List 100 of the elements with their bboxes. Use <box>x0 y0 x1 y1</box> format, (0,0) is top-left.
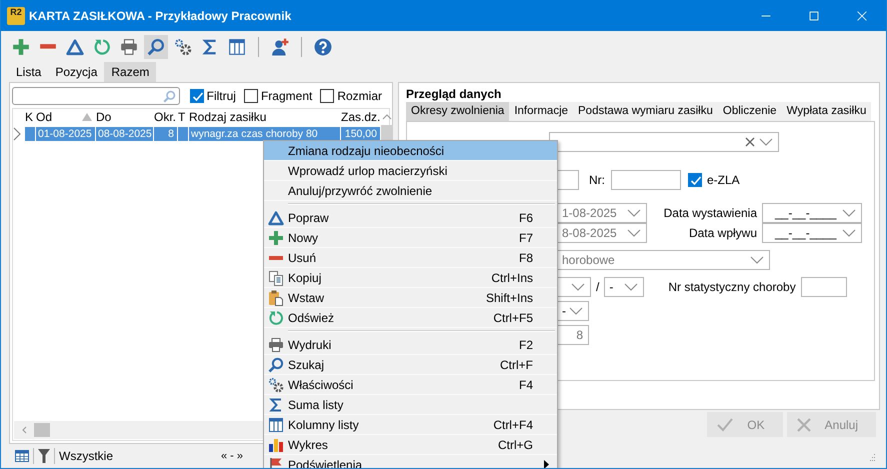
chevron-down-icon[interactable] <box>627 209 641 217</box>
triangle-icon <box>268 210 284 226</box>
checkbox-label: Fragment <box>260 89 312 103</box>
view-tab[interactable]: Lista <box>9 62 48 82</box>
search-icon[interactable] <box>147 38 165 56</box>
field-label: Nr statystyczny choroby <box>668 280 796 294</box>
printer-icon <box>268 336 284 352</box>
column-header[interactable]: Rodzaj zasiłku <box>189 110 266 124</box>
view-tab[interactable]: Razem <box>104 62 156 82</box>
date-field[interactable]: __-__-____ <box>762 223 862 243</box>
menu-item[interactable]: Wykres Ctrl+G <box>264 435 557 455</box>
tab[interactable]: Informacje <box>509 102 574 121</box>
menu-item[interactable]: Szukaj Ctrl+F <box>264 355 557 375</box>
shortcut-text: Ctrl+G <box>498 438 533 452</box>
search-field[interactable] <box>12 87 180 105</box>
sort-arrow-icon <box>82 113 92 121</box>
chevron-down-icon[interactable] <box>627 229 641 237</box>
view-tab[interactable]: Pozycja <box>48 62 104 82</box>
menu-item[interactable]: Kolumny listy Ctrl+F4 <box>264 415 557 435</box>
menu-item[interactable]: Anuluj/przywróć zwolnienie <box>264 181 557 201</box>
menu-item[interactable]: Wydruki F2 <box>264 335 557 355</box>
chevron-down-icon[interactable] <box>842 209 856 217</box>
menu-item[interactable]: Wprowadź urlop macierzyński <box>264 161 557 181</box>
columns-icon <box>268 416 284 432</box>
panel-title: Przegląd danych <box>406 87 502 101</box>
menu-item[interactable]: Kopiuj Ctrl+Ins <box>264 268 557 288</box>
table-cell: 01-08-2025 <box>36 126 96 140</box>
dropdown-field[interactable]: - <box>604 277 644 297</box>
gears-icon <box>268 376 284 392</box>
shortcut-text: Ctrl+F <box>500 358 533 372</box>
close-icon[interactable] <box>855 8 869 22</box>
scrollbar-thumb[interactable] <box>34 423 50 437</box>
menu-item[interactable]: Wstaw Shift+Ins <box>264 288 557 308</box>
filter-icon[interactable] <box>38 449 50 463</box>
help-icon[interactable] <box>314 38 332 56</box>
table-icon[interactable] <box>15 450 29 462</box>
shortcut-text: Shift+Ins <box>486 290 533 304</box>
tab[interactable]: Okresy zwolnienia <box>406 102 510 121</box>
checkbox-label: Rozmiar <box>337 89 382 103</box>
chevron-down-icon[interactable] <box>750 256 764 264</box>
chevron-down-icon[interactable] <box>624 283 638 291</box>
field-label: Nr: <box>589 173 605 187</box>
column-header[interactable]: T <box>178 110 186 124</box>
maximize-icon[interactable] <box>807 8 821 22</box>
refresh-icon[interactable] <box>93 38 111 56</box>
submenu-arrow-icon <box>544 460 549 468</box>
gears-icon[interactable] <box>174 38 192 56</box>
chevron-down-icon[interactable] <box>571 283 585 291</box>
checkbox-label: Filtruj <box>206 89 236 103</box>
column-header[interactable]: Do <box>96 110 112 124</box>
minus-icon[interactable] <box>39 43 57 50</box>
shortcut-text: Ctrl+F4 <box>493 418 533 432</box>
record-navigation[interactable]: « - » <box>220 450 243 462</box>
menu-item[interactable]: Nowy F7 <box>264 228 557 248</box>
column-header[interactable]: Od <box>36 110 52 124</box>
shortcut-text: F7 <box>518 230 533 244</box>
chevron-down-icon[interactable] <box>842 229 856 237</box>
column-header[interactable]: Zas.dz. <box>341 110 380 124</box>
menu-item[interactable]: Usuń F8 <box>264 248 557 268</box>
clipboard-icon <box>268 290 284 306</box>
tab[interactable]: Podstawa wymiaru zasiłku <box>573 102 718 121</box>
shortcut-text: F4 <box>518 378 533 392</box>
checkbox[interactable] <box>190 89 204 103</box>
tab[interactable]: Wypłata zasiłku <box>782 102 872 121</box>
chevron-down-icon[interactable] <box>569 307 583 315</box>
shortcut-text: Ctrl+Ins <box>491 270 533 284</box>
shortcut-text: F6 <box>518 210 533 224</box>
columns-icon[interactable] <box>228 38 246 56</box>
checkbox[interactable] <box>244 89 258 103</box>
clear-icon[interactable] <box>745 137 755 147</box>
menu-item[interactable]: Zmiana rodzaju nieobecności <box>264 141 557 161</box>
search-icon <box>268 356 284 372</box>
bar-chart-icon <box>268 436 284 452</box>
chevron-down-icon[interactable] <box>759 138 773 146</box>
menu-item[interactable]: Odśwież Ctrl+F5 <box>264 308 557 328</box>
sigma-icon <box>268 396 284 412</box>
shortcut-text: F2 <box>518 338 533 352</box>
checkbox[interactable] <box>688 173 702 187</box>
plus-icon <box>268 230 284 246</box>
checkbox[interactable] <box>320 89 334 103</box>
menu-item[interactable]: Suma listy <box>264 395 557 415</box>
column-header[interactable]: Okr. <box>154 110 176 124</box>
menu-item[interactable]: Popraw F6 <box>264 208 557 228</box>
scroll-up-icon[interactable] <box>381 113 393 121</box>
input-field[interactable] <box>800 277 847 297</box>
menu-item[interactable]: Właściwości F4 <box>264 375 557 395</box>
table-cell <box>178 126 189 140</box>
field-label: Data wpływu <box>688 226 757 240</box>
column-header[interactable]: K <box>25 110 34 124</box>
user-add-icon[interactable] <box>271 38 289 56</box>
input-field[interactable] <box>611 170 681 190</box>
date-field[interactable]: __-__-____ <box>762 203 862 223</box>
tab[interactable]: Obliczenie <box>718 102 782 121</box>
triangle-icon[interactable] <box>66 38 84 56</box>
shortcut-text: Ctrl+F5 <box>493 310 533 324</box>
plus-icon[interactable] <box>12 38 30 56</box>
cross-icon <box>796 418 811 432</box>
printer-icon[interactable] <box>120 38 138 56</box>
checkbox-label: e-ZLA <box>707 173 740 187</box>
dropdown-field[interactable] <box>549 132 779 152</box>
